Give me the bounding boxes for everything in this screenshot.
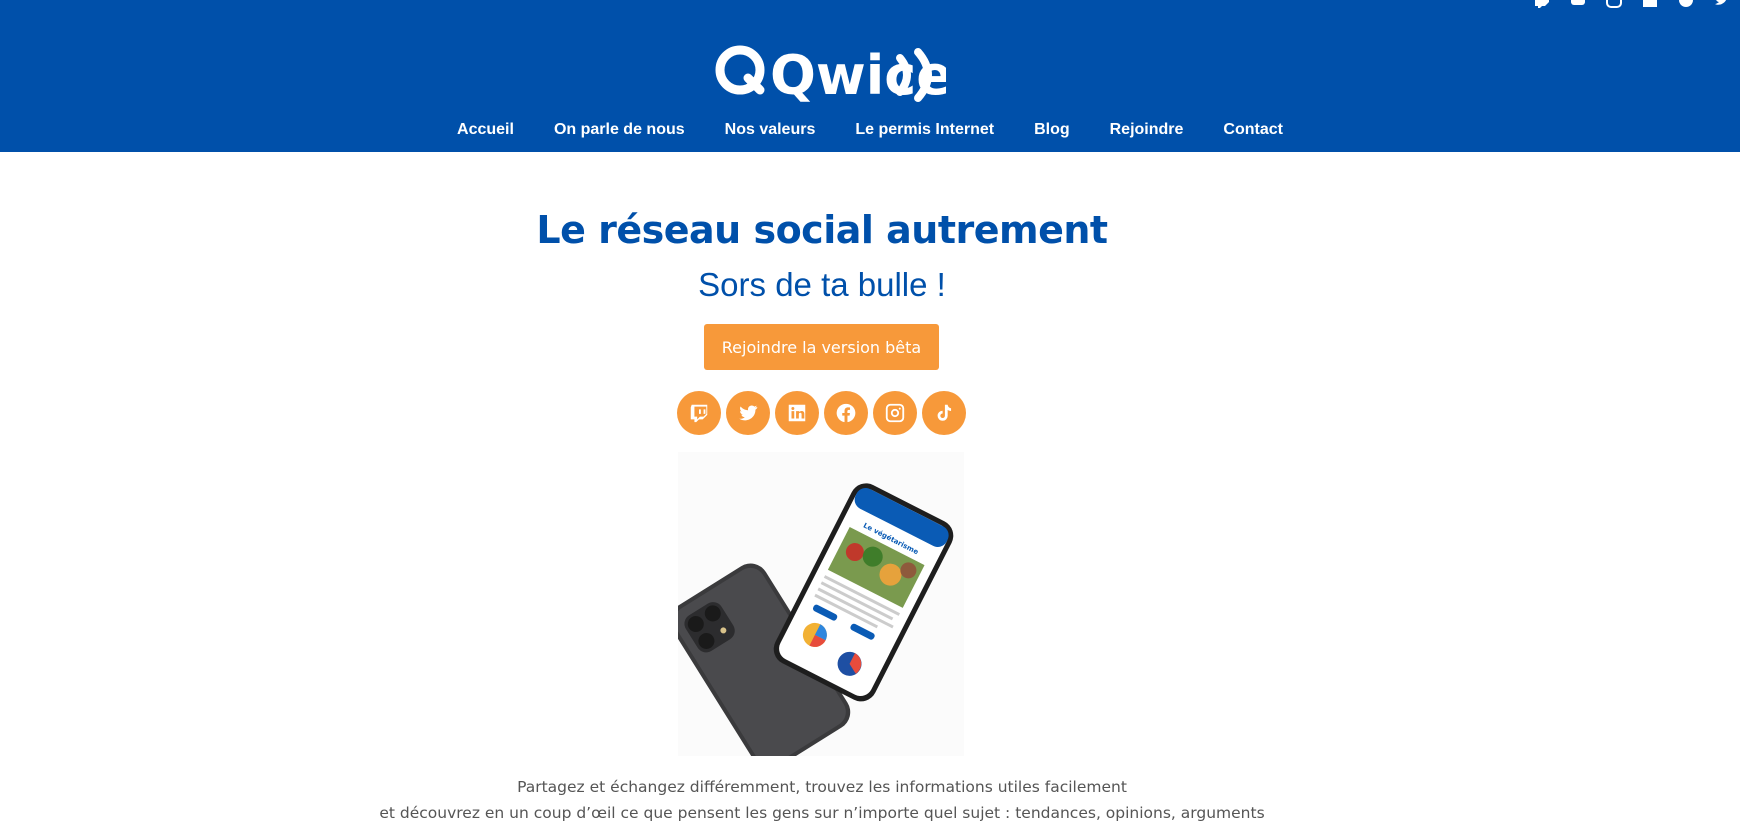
instagram-icon[interactable] — [873, 391, 917, 435]
join-beta-button[interactable]: Rejoindre la version bêta — [704, 324, 939, 370]
site-header: Qwice Accueil On parle de nous Nos valeu… — [0, 0, 1740, 152]
instagram-icon[interactable] — [1606, 0, 1622, 8]
nav-item-on-parle-de-nous[interactable]: On parle de nous — [534, 118, 705, 142]
nav-item-nos-valeurs[interactable]: Nos valeurs — [705, 118, 836, 142]
description-line-2: et découvrez en un coup d’œil ce que pen… — [379, 804, 1265, 822]
youtube-icon[interactable] — [1570, 0, 1586, 8]
phone-mockup-image: Le végétarisme — [669, 452, 964, 770]
twitch-icon[interactable] — [677, 391, 721, 435]
top-social-bar — [1534, 0, 1740, 8]
twitch-icon[interactable] — [1534, 0, 1550, 8]
nav-item-accueil[interactable]: Accueil — [437, 118, 534, 142]
facebook-icon[interactable] — [824, 391, 868, 435]
linkedin-icon[interactable] — [775, 391, 819, 435]
tiktok-icon[interactable] — [922, 391, 966, 435]
hero-title: Le réseau social autrement — [536, 208, 1108, 252]
nav-item-rejoindre[interactable]: Rejoindre — [1090, 118, 1204, 142]
nav-item-blog[interactable]: Blog — [1014, 118, 1090, 142]
nav-item-permis-internet[interactable]: Le permis Internet — [835, 118, 1014, 142]
social-links — [677, 391, 966, 435]
qwice-logo[interactable]: Qwice — [714, 44, 953, 107]
hero-subtitle: Sors de ta bulle ! — [698, 266, 946, 303]
nav-item-contact[interactable]: Contact — [1203, 118, 1303, 142]
twitter-icon[interactable] — [726, 391, 770, 435]
twitter-icon[interactable] — [1714, 0, 1730, 8]
linkedin-icon[interactable] — [1642, 0, 1658, 8]
facebook-icon[interactable] — [1678, 0, 1694, 8]
description-line-1: Partagez et échangez différemment, trouv… — [517, 778, 1127, 796]
main-nav: Accueil On parle de nous Nos valeurs Le … — [0, 118, 1740, 142]
